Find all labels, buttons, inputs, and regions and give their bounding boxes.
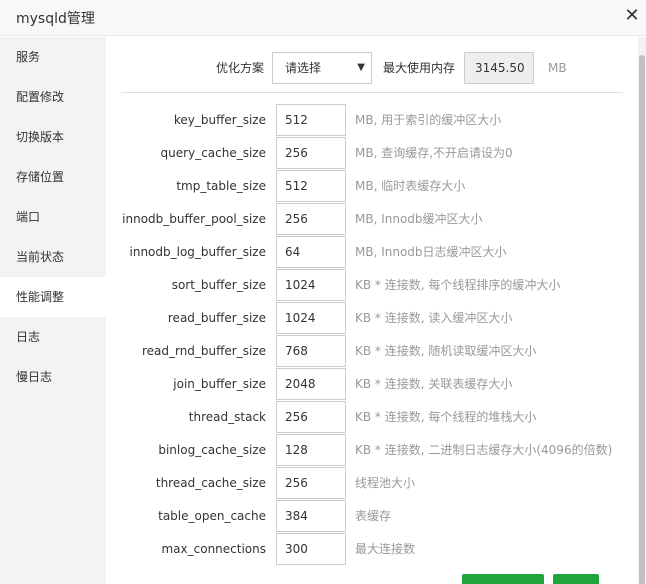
param-value-input[interactable]: 2048 bbox=[276, 368, 346, 400]
window-title: mysqld管理 bbox=[16, 11, 95, 27]
max-mem-label: 最大使用内存 bbox=[383, 61, 456, 75]
param-row: thread_cache_size 256 线程池大小 bbox=[106, 467, 638, 500]
performance-panel: 优化方案 请选择 ▼ 最大使用内存 3145.50 MB key_buffer_… bbox=[106, 37, 638, 584]
sidebar-item-performance[interactable]: 性能调整 bbox=[0, 277, 106, 317]
param-desc: KB * 连接数, 二进制日志缓存大小(4096的倍数) bbox=[355, 443, 613, 457]
sidebar-item-status[interactable]: 当前状态 bbox=[0, 237, 106, 277]
scrollbar-thumb[interactable] bbox=[639, 55, 645, 584]
param-desc: KB * 连接数, 读入缓冲区大小 bbox=[355, 311, 513, 325]
param-name: read_buffer_size bbox=[167, 311, 266, 325]
param-value-input[interactable]: 128 bbox=[276, 434, 346, 466]
max-mem-field: 3145.50 bbox=[464, 52, 534, 84]
optimize-row: 优化方案 请选择 ▼ 最大使用内存 3145.50 MB bbox=[106, 52, 638, 85]
param-name: binlog_cache_size bbox=[158, 443, 266, 457]
param-name: table_open_cache bbox=[158, 509, 266, 523]
sidebar-item-switch-version[interactable]: 切换版本 bbox=[0, 117, 106, 157]
sidebar: 服务 配置修改 切换版本 存储位置 端口 当前状态 性能调整 日志 慢日志 bbox=[0, 37, 106, 584]
param-value-input[interactable]: 384 bbox=[276, 500, 346, 532]
param-value-input[interactable]: 512 bbox=[276, 104, 346, 136]
param-desc: KB * 连接数, 随机读取缓冲区大小 bbox=[355, 344, 537, 358]
param-row: max_connections 300 最大连接数 bbox=[106, 533, 638, 566]
param-row: innodb_log_buffer_size 64 MB, Innodb日志缓冲… bbox=[106, 236, 638, 269]
primary-action-button[interactable] bbox=[462, 574, 544, 584]
sidebar-item-port[interactable]: 端口 bbox=[0, 197, 106, 237]
param-row: table_open_cache 384 表缓存 bbox=[106, 500, 638, 533]
param-desc: 最大连接数 bbox=[355, 542, 416, 556]
divider bbox=[121, 92, 623, 93]
param-name: thread_cache_size bbox=[155, 476, 266, 490]
sidebar-item-config[interactable]: 配置修改 bbox=[0, 77, 106, 117]
optimize-select[interactable]: 请选择 ▼ bbox=[272, 52, 372, 84]
param-name: sort_buffer_size bbox=[171, 278, 266, 292]
param-name: innodb_buffer_pool_size bbox=[122, 212, 266, 226]
param-value-input[interactable]: 64 bbox=[276, 236, 346, 268]
param-desc: MB, Innodb缓冲区大小 bbox=[355, 212, 483, 226]
caret-down-icon: ▼ bbox=[357, 62, 365, 73]
sidebar-item-slow-log[interactable]: 慢日志 bbox=[0, 357, 106, 397]
param-desc: MB, 查询缓存,不开启请设为0 bbox=[355, 146, 513, 160]
sidebar-item-log[interactable]: 日志 bbox=[0, 317, 106, 357]
param-value-input[interactable]: 512 bbox=[276, 170, 346, 202]
param-row: tmp_table_size 512 MB, 临时表缓存大小 bbox=[106, 170, 638, 203]
param-desc: MB, 临时表缓存大小 bbox=[355, 179, 466, 193]
scrollbar[interactable] bbox=[638, 37, 646, 584]
param-name: thread_stack bbox=[188, 410, 266, 424]
secondary-action-button[interactable] bbox=[553, 574, 599, 584]
param-desc: MB, Innodb日志缓冲区大小 bbox=[355, 245, 507, 259]
param-row: read_rnd_buffer_size 768 KB * 连接数, 随机读取缓… bbox=[106, 335, 638, 368]
param-name: key_buffer_size bbox=[173, 113, 266, 127]
param-name: max_connections bbox=[161, 542, 266, 556]
param-value-input[interactable]: 1024 bbox=[276, 269, 346, 301]
param-value-input[interactable]: 300 bbox=[276, 533, 346, 565]
sidebar-item-service[interactable]: 服务 bbox=[0, 37, 106, 77]
param-name: tmp_table_size bbox=[176, 179, 266, 193]
param-name: join_buffer_size bbox=[173, 377, 266, 391]
param-row: read_buffer_size 1024 KB * 连接数, 读入缓冲区大小 bbox=[106, 302, 638, 335]
window-titlebar: mysqld管理 ✕ bbox=[0, 0, 646, 36]
param-value-input[interactable]: 768 bbox=[276, 335, 346, 367]
param-value-input[interactable]: 1024 bbox=[276, 302, 346, 334]
sidebar-item-storage[interactable]: 存储位置 bbox=[0, 157, 106, 197]
optimize-select-value: 请选择 bbox=[285, 61, 322, 75]
param-value-input[interactable]: 256 bbox=[276, 467, 346, 499]
param-row: key_buffer_size 512 MB, 用于索引的缓冲区大小 bbox=[106, 104, 638, 137]
param-desc: 线程池大小 bbox=[355, 476, 416, 490]
param-desc: KB * 连接数, 关联表缓存大小 bbox=[355, 377, 513, 391]
param-value-input[interactable]: 256 bbox=[276, 203, 346, 235]
param-row: query_cache_size 256 MB, 查询缓存,不开启请设为0 bbox=[106, 137, 638, 170]
optimize-label: 优化方案 bbox=[216, 61, 265, 75]
param-desc: MB, 用于索引的缓冲区大小 bbox=[355, 113, 502, 127]
param-row: sort_buffer_size 1024 KB * 连接数, 每个线程排序的缓… bbox=[106, 269, 638, 302]
param-value-input[interactable]: 256 bbox=[276, 137, 346, 169]
param-desc: 表缓存 bbox=[355, 509, 392, 523]
param-value-input[interactable]: 256 bbox=[276, 401, 346, 433]
param-desc: KB * 连接数, 每个线程的堆栈大小 bbox=[355, 410, 537, 424]
max-mem-unit: MB bbox=[548, 61, 567, 75]
param-row: thread_stack 256 KB * 连接数, 每个线程的堆栈大小 bbox=[106, 401, 638, 434]
param-name: query_cache_size bbox=[160, 146, 266, 160]
param-row: binlog_cache_size 128 KB * 连接数, 二进制日志缓存大… bbox=[106, 434, 638, 467]
param-name: innodb_log_buffer_size bbox=[129, 245, 267, 259]
param-row: join_buffer_size 2048 KB * 连接数, 关联表缓存大小 bbox=[106, 368, 638, 401]
param-name: read_rnd_buffer_size bbox=[141, 344, 266, 358]
param-row: innodb_buffer_pool_size 256 MB, Innodb缓冲… bbox=[106, 203, 638, 236]
param-desc: KB * 连接数, 每个线程排序的缓冲大小 bbox=[355, 278, 561, 292]
close-icon[interactable]: ✕ bbox=[622, 6, 642, 26]
